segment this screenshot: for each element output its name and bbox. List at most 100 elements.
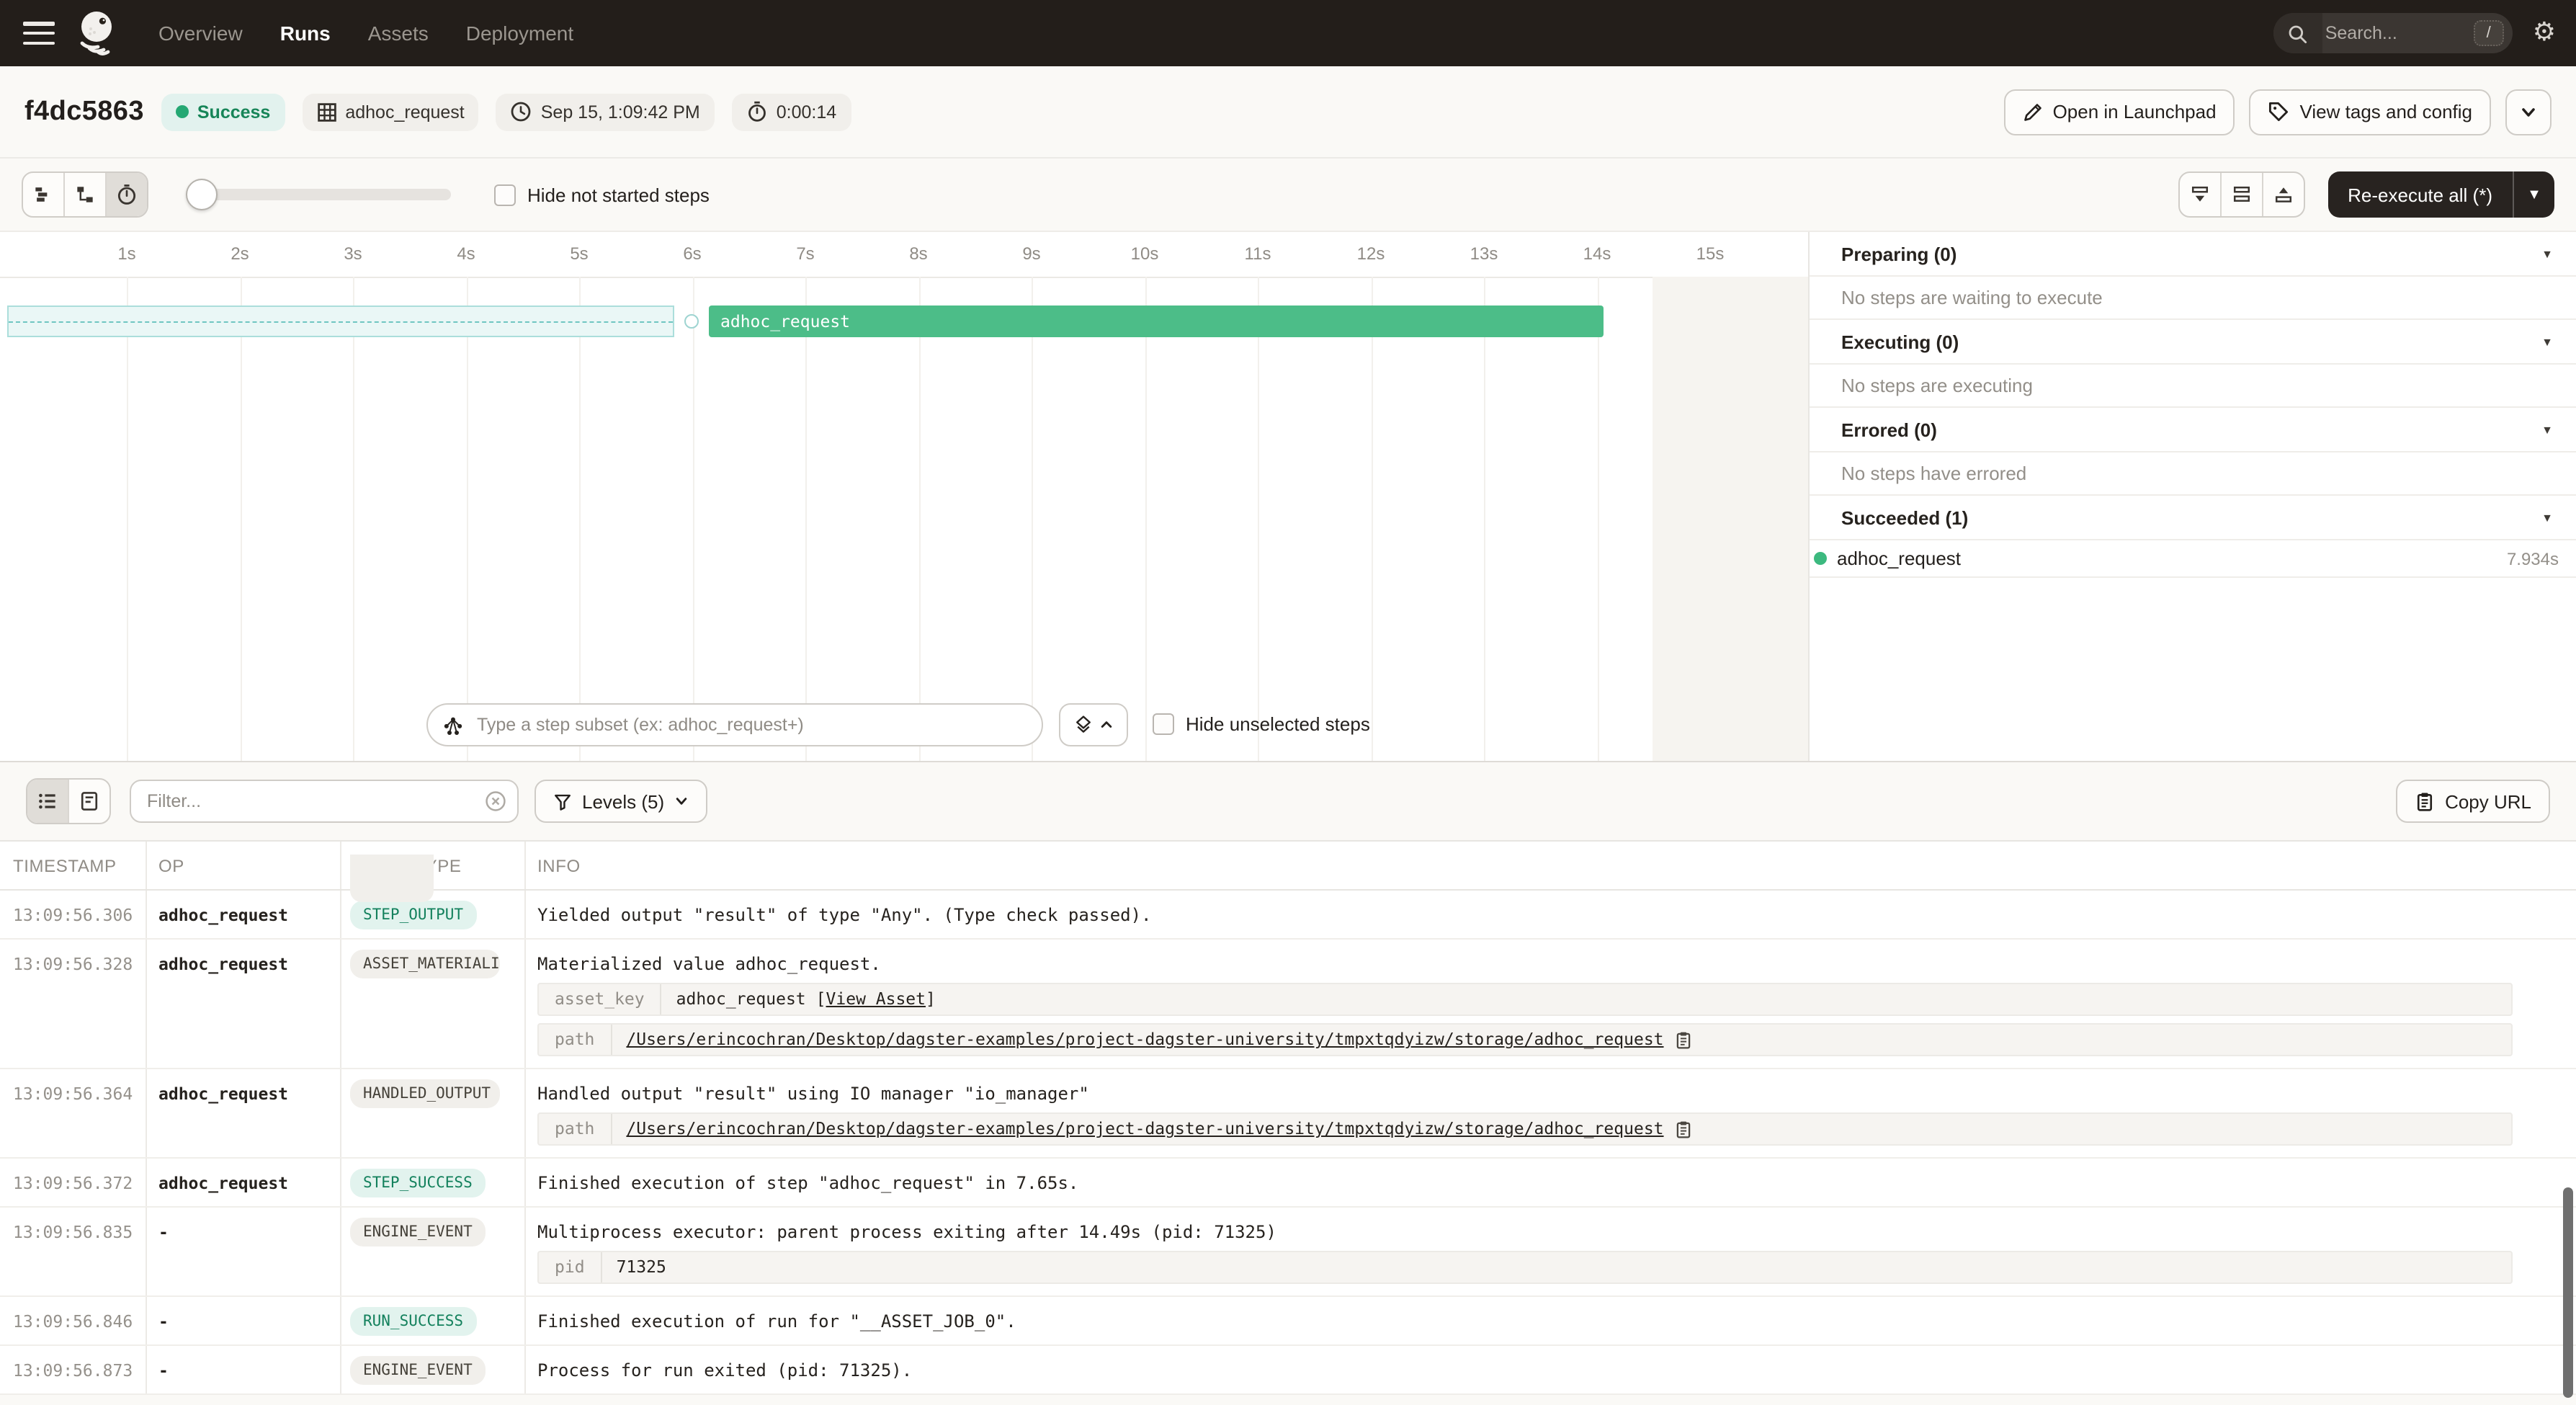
nav-item-overview[interactable]: Overview [158, 22, 243, 45]
gantt-step-bar[interactable]: adhoc_request [709, 305, 1604, 337]
slider-knob[interactable] [186, 179, 218, 210]
log-scrollbar-thumb[interactable] [2563, 1187, 2573, 1398]
event-type-badge: ENGINE_EVENT [350, 1356, 486, 1385]
axis-gridline [1484, 277, 1485, 761]
status-dot-icon [176, 105, 189, 118]
hide-unselected-checkbox[interactable] [1153, 713, 1174, 735]
waterfall-view-icon[interactable] [65, 173, 107, 216]
axis-gridline [1032, 277, 1033, 761]
log-timestamp: 13:09:56.846 [0, 1297, 147, 1344]
event-type-badge: RUN_SUCCESS [350, 1307, 476, 1336]
reexecute-all-button[interactable]: Re-execute all (*) [2327, 171, 2513, 218]
log-info-text: Handled output "result" using IO manager… [537, 1084, 2539, 1105]
event-type-badge: ENGINE_EVENT [350, 1218, 486, 1246]
copy-url-button[interactable]: Copy URL [2396, 780, 2550, 823]
log-timestamp: 13:09:56.364 [0, 1069, 147, 1157]
step-start-marker-icon [684, 314, 699, 329]
search-input[interactable] [2322, 22, 2474, 45]
nav-item-deployment[interactable]: Deployment [466, 22, 573, 45]
split-rows-icon[interactable] [2221, 173, 2263, 216]
axis-tick: 1s [117, 244, 135, 264]
clipped-row-badge [350, 855, 434, 902]
chevron-down-icon [674, 794, 689, 808]
log-filter-input[interactable] [130, 780, 519, 823]
gantt-zoom-slider[interactable] [189, 189, 451, 200]
list-view-icon[interactable] [27, 780, 69, 823]
metadata-value: adhoc_request[View Asset] [662, 984, 950, 1014]
top-nav: Overview Runs Assets Deployment / ⚙ [0, 0, 2576, 66]
log-event-type-cell: STEP_SUCCESS [341, 1159, 526, 1206]
log-op: - [147, 1208, 341, 1295]
log-row[interactable]: 13:09:56.835-ENGINE_EVENTMultiprocess ex… [0, 1208, 2576, 1297]
levels-filter-button[interactable]: Levels (5) [535, 780, 707, 823]
flat-view-icon[interactable] [23, 173, 65, 216]
run-status-badge: Success [161, 93, 285, 130]
menu-icon[interactable] [23, 22, 55, 45]
open-in-launchpad-button[interactable]: Open in Launchpad [2004, 89, 2235, 135]
log-row[interactable]: 13:09:56.328adhoc_requestASSET_MATERIALI… [0, 940, 2576, 1069]
log-event-type-cell: ENGINE_EVENT [341, 1208, 526, 1295]
axis-gridline [805, 277, 807, 761]
metadata-entry: path/Users/erincochran/Desktop/dagster-e… [537, 1112, 2513, 1146]
subset-apply-button[interactable] [1059, 703, 1128, 746]
log-row[interactable]: 13:09:56.364adhoc_requestHANDLED_OUTPUTH… [0, 1069, 2576, 1159]
step-subset-input[interactable] [474, 713, 1027, 736]
clear-filter-icon[interactable] [484, 790, 507, 813]
metadata-value: 71325 [602, 1252, 681, 1283]
run-actions-chevron-button[interactable] [2505, 89, 2552, 135]
panel-section-header[interactable]: Preparing (0)▼ [1810, 232, 2576, 277]
nav-item-runs[interactable]: Runs [280, 22, 331, 45]
collapse-up-icon[interactable] [2263, 173, 2303, 216]
log-info-cell: Yielded output "result" of type "Any". (… [526, 891, 2576, 938]
axis-tick: 15s [1696, 244, 1725, 264]
axis-gridline [1258, 277, 1259, 761]
chevron-up-icon [1099, 718, 1114, 732]
timed-view-icon[interactable] [107, 173, 147, 216]
tag-icon [2268, 101, 2290, 122]
log-timestamp: 13:09:56.835 [0, 1208, 147, 1295]
axis-gridline [918, 277, 920, 761]
job-chip[interactable]: adhoc_request [302, 93, 478, 130]
log-table-header: TIMESTAMP OP EVENT TYPE INFO [0, 840, 2576, 891]
log-row[interactable]: 13:09:56.873-ENGINE_EVENTProcess for run… [0, 1346, 2576, 1395]
copy-path-icon[interactable] [1674, 1030, 1693, 1049]
beyond-run-end-region [1653, 277, 1808, 761]
dagster-run-page: OverviewRunsAssetsDeployment / ⚙ f4dc586… [0, 0, 2576, 1405]
axis-tick: 12s [1357, 244, 1385, 264]
view-tags-config-button[interactable]: View tags and config [2250, 89, 2491, 135]
event-type-badge: STEP_SUCCESS [350, 1169, 486, 1197]
dagster-logo-icon[interactable] [75, 9, 121, 58]
panel-step-row[interactable]: adhoc_request7.934s [1810, 540, 2576, 578]
log-row[interactable]: 13:09:56.846-RUN_SUCCESSFinished executi… [0, 1297, 2576, 1346]
reexecute-options-caret[interactable]: ▼ [2513, 171, 2554, 218]
nav-item-assets[interactable]: Assets [368, 22, 429, 45]
hide-not-started-checkbox[interactable] [494, 184, 516, 205]
panel-section-header[interactable]: Errored (0)▼ [1810, 408, 2576, 452]
view-asset-link[interactable]: View Asset [826, 989, 926, 1009]
view-asset-link-wrap: [View Asset] [816, 989, 936, 1010]
stopwatch-icon [746, 101, 768, 122]
layers-diamond-icon [1073, 715, 1094, 735]
log-info-text: Finished execution of step "adhoc_reques… [537, 1173, 2539, 1195]
col-op: OP [147, 842, 341, 889]
panel-section-header[interactable]: Executing (0)▼ [1810, 320, 2576, 365]
search-icon [2273, 13, 2322, 53]
global-search[interactable]: / [2273, 13, 2513, 53]
chevron-down-icon: ▼ [2541, 511, 2553, 524]
path-link[interactable]: /Users/erincochran/Desktop/dagster-examp… [626, 1029, 1663, 1051]
panel-empty-message: No steps are waiting to execute [1810, 277, 2576, 320]
copy-path-icon[interactable] [1674, 1120, 1693, 1138]
collapse-down-icon[interactable] [2179, 173, 2221, 216]
panel-section-title: Errored (0) [1841, 419, 1937, 440]
panel-section-header[interactable]: Succeeded (1)▼ [1810, 496, 2576, 540]
axis-tick: 4s [457, 244, 475, 264]
col-info: INFO [526, 842, 2576, 889]
log-row[interactable]: 13:09:56.372adhoc_requestSTEP_SUCCESSFin… [0, 1159, 2576, 1208]
start-time-chip: Sep 15, 1:09:42 PM [496, 93, 715, 130]
settings-gear-icon[interactable]: ⚙ [2533, 20, 2556, 46]
path-link[interactable]: /Users/erincochran/Desktop/dagster-examp… [626, 1118, 1663, 1140]
row-expansion-group [2178, 171, 2304, 218]
log-op: adhoc_request [147, 891, 341, 938]
structured-view-icon[interactable] [69, 780, 109, 823]
step-waiting-bar [7, 305, 674, 337]
